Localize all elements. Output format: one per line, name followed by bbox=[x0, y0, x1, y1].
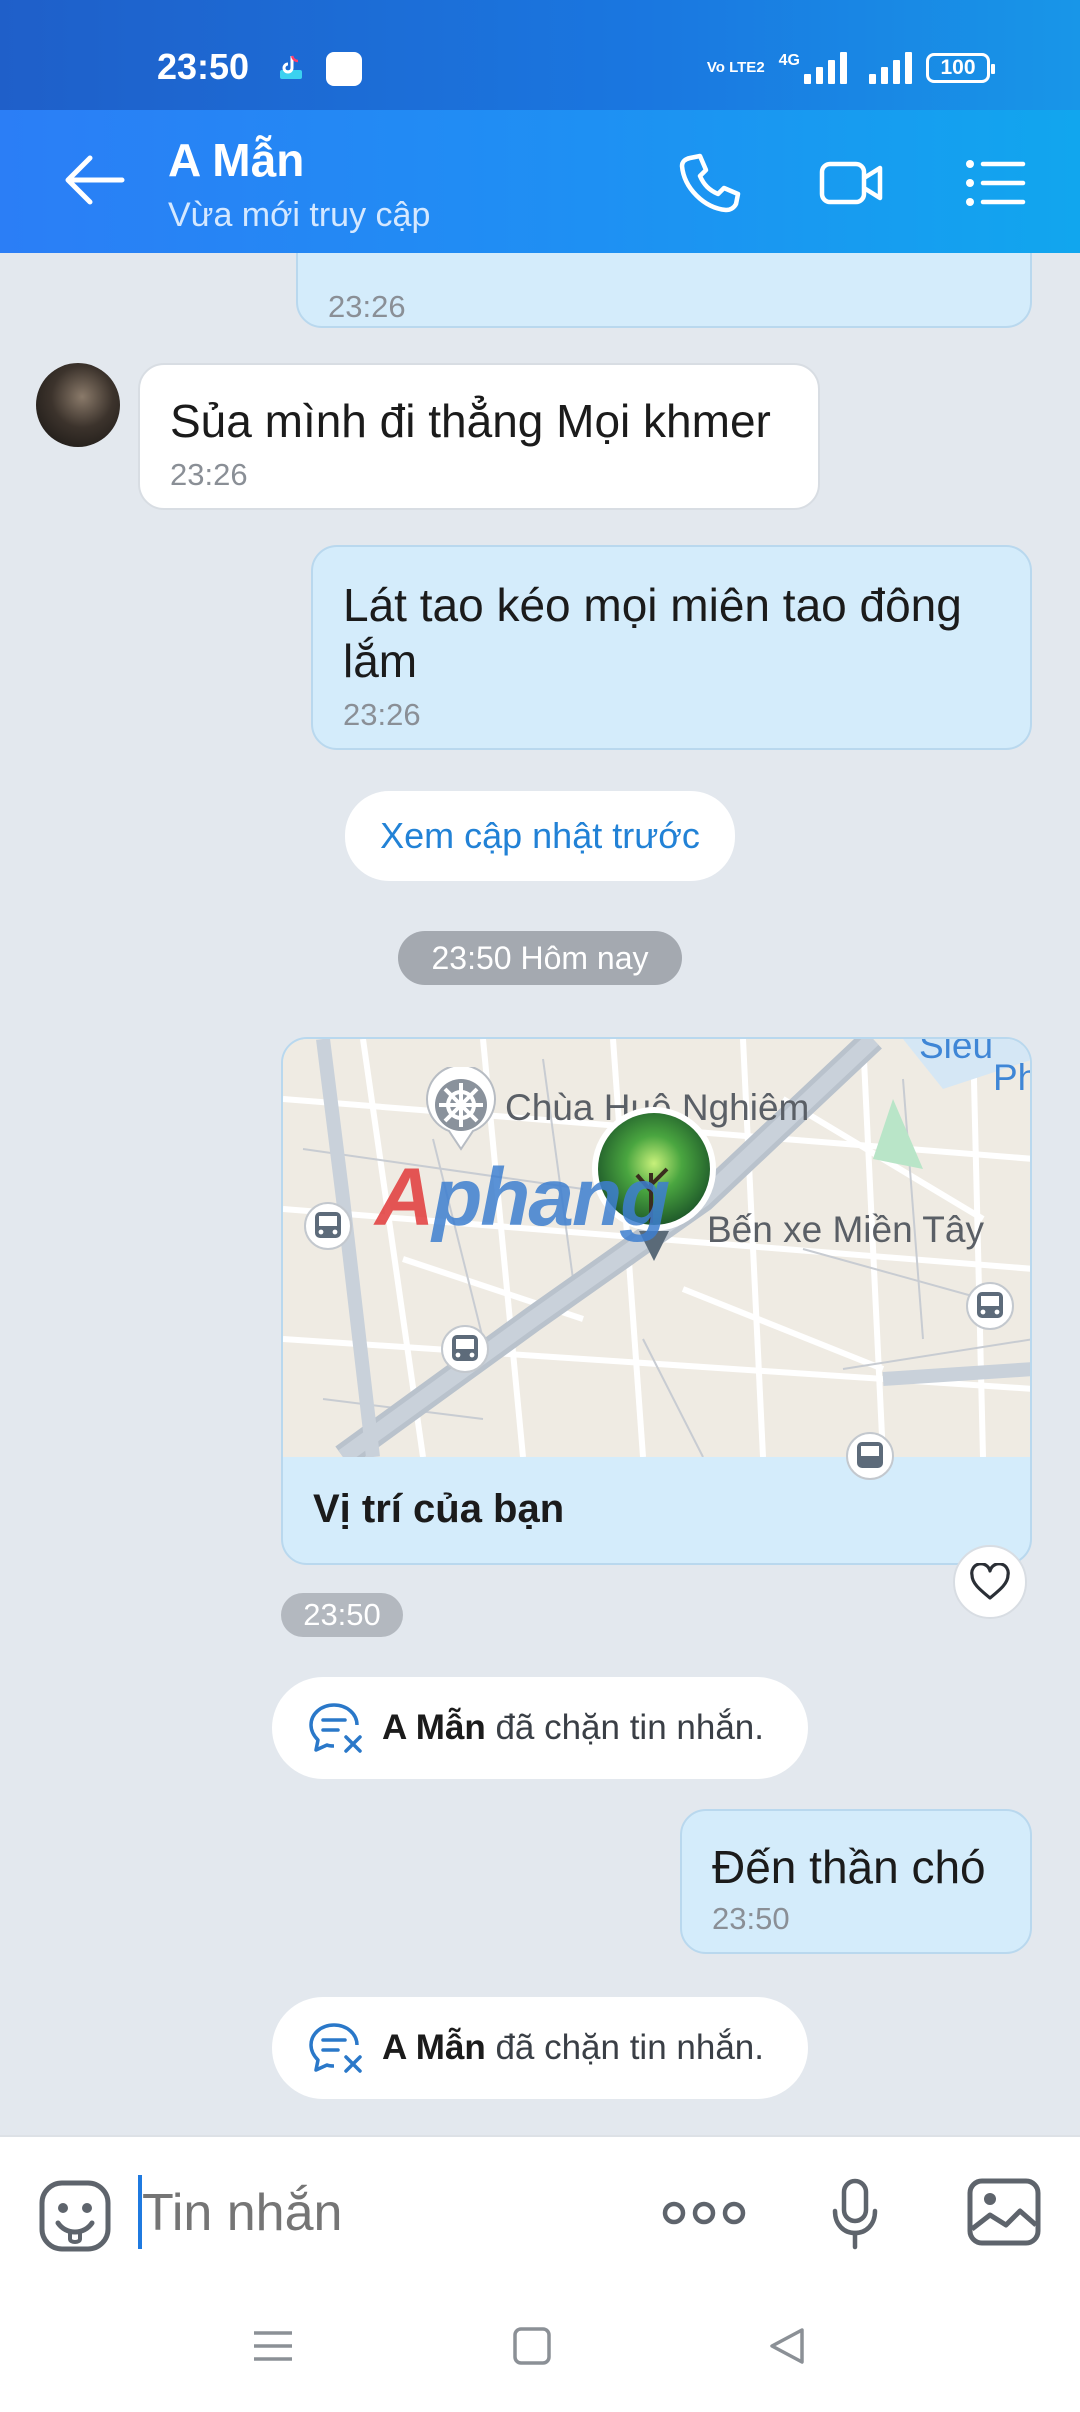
video-call-icon[interactable] bbox=[818, 150, 884, 216]
message-input-bar bbox=[0, 2135, 1080, 2285]
battery-level: 100 bbox=[940, 56, 976, 79]
blocked-notice: A Mẫn đã chặn tin nhắn. bbox=[272, 1677, 808, 1779]
location-message-time: 23:50 bbox=[281, 1593, 403, 1637]
bus-stop-icon bbox=[304, 1202, 352, 1250]
message-bubble-out[interactable]: Lát tao kéo mọi miên tao đông lắm 23:26 bbox=[311, 545, 1032, 750]
message-bubble-out[interactable]: 23:26 bbox=[296, 253, 1032, 328]
recent-apps-icon[interactable] bbox=[252, 2325, 294, 2367]
bus-stop-icon bbox=[441, 1325, 489, 1373]
contact-name[interactable]: A Mẫn bbox=[168, 133, 304, 187]
map-preview[interactable]: Chùa Huệ Nghiêm Bến xe Miền Tây Siêu Ph bbox=[283, 1037, 1030, 1480]
blocked-notice-text: đã chặn tin nhắn. bbox=[495, 1708, 764, 1747]
map-label-bus-station: Bến xe Miền Tây bbox=[707, 1209, 984, 1250]
image-gallery-icon[interactable] bbox=[966, 2177, 1042, 2247]
view-earlier-label: Xem cập nhật trước bbox=[380, 815, 700, 856]
message-text: Đến thần chó bbox=[712, 1841, 986, 1893]
blocked-notice: A Mẫn đã chặn tin nhắn. bbox=[272, 1997, 808, 2099]
blocked-notice-text: đã chặn tin nhắn. bbox=[495, 2028, 764, 2067]
message-time: 23:50 bbox=[712, 1901, 790, 1936]
watermark-logo: Aphang bbox=[375, 1152, 670, 1243]
temple-marker-icon bbox=[426, 1067, 496, 1151]
phone-call-icon[interactable] bbox=[676, 150, 742, 216]
react-heart-button[interactable] bbox=[953, 1545, 1027, 1619]
home-icon[interactable] bbox=[512, 2325, 552, 2367]
signal-4g-icon: 4G bbox=[779, 52, 847, 84]
system-navigation-bar bbox=[0, 2285, 1080, 2412]
message-bubble-in[interactable]: Sủa mình đi thẳng Mọi khmer 23:26 bbox=[138, 363, 820, 510]
view-earlier-updates-button[interactable]: Xem cập nhật trước bbox=[345, 791, 735, 881]
header-bar: 23:50 Vo LTE2 4G 100 A Mẫn Vừa mới truy … bbox=[0, 0, 1080, 253]
message-bubble-out[interactable]: Đến thần chó 23:50 bbox=[680, 1809, 1032, 1954]
heart-icon bbox=[970, 1563, 1010, 1600]
app-notification-icon bbox=[326, 52, 362, 86]
location-caption: Vị trí của bạn bbox=[313, 1487, 565, 1531]
emoji-sticker-icon[interactable] bbox=[38, 2179, 112, 2253]
avatar[interactable] bbox=[36, 363, 120, 447]
message-text: Sủa mình đi thẳng Mọi khmer bbox=[170, 395, 771, 447]
date-separator: 23:50 Hôm nay bbox=[398, 931, 682, 985]
message-text: Lát tao kéo mọi miên tao đông lắm bbox=[343, 579, 962, 687]
blocked-message-icon bbox=[309, 2023, 362, 2073]
volte-icon: Vo LTE2 bbox=[706, 59, 765, 76]
bus-stop-icon bbox=[966, 1282, 1014, 1330]
blocked-user-name: A Mẫn bbox=[382, 2028, 486, 2067]
network-type: 4G bbox=[778, 52, 800, 69]
message-time: 23:26 bbox=[343, 697, 421, 732]
blocked-user-name: A Mẫn bbox=[382, 1708, 486, 1747]
contact-status: Vừa mới truy cập bbox=[168, 196, 431, 234]
more-options-icon[interactable] bbox=[662, 2193, 746, 2233]
status-indicators: Vo LTE2 4G 100 bbox=[706, 52, 995, 84]
message-time: 23:26 bbox=[170, 457, 248, 492]
signal-icon bbox=[869, 52, 912, 84]
microphone-icon[interactable] bbox=[830, 2177, 880, 2251]
map-label-corner-right: Ph bbox=[993, 1057, 1030, 1098]
blocked-message-icon bbox=[309, 1703, 362, 1753]
chat-area[interactable]: 23:26 Sủa mình đi thẳng Mọi khmer 23:26 … bbox=[0, 253, 1080, 2135]
back-nav-icon[interactable] bbox=[766, 2325, 808, 2367]
tiktok-notification-icon bbox=[280, 55, 302, 79]
back-arrow-icon[interactable] bbox=[60, 150, 130, 210]
message-time: 23:26 bbox=[328, 289, 406, 324]
status-time: 23:50 bbox=[157, 46, 250, 87]
status-bar: 23:50 Vo LTE2 4G 100 bbox=[0, 0, 1080, 110]
location-message-card[interactable]: Chùa Huệ Nghiêm Bến xe Miền Tây Siêu Ph bbox=[281, 1037, 1032, 1565]
battery-icon: 100 bbox=[926, 53, 995, 83]
bus-stop-icon bbox=[846, 1432, 894, 1480]
map-label-corner-top: Siêu bbox=[919, 1037, 994, 1066]
message-input[interactable] bbox=[142, 2173, 612, 2253]
menu-list-icon[interactable] bbox=[963, 150, 1029, 216]
